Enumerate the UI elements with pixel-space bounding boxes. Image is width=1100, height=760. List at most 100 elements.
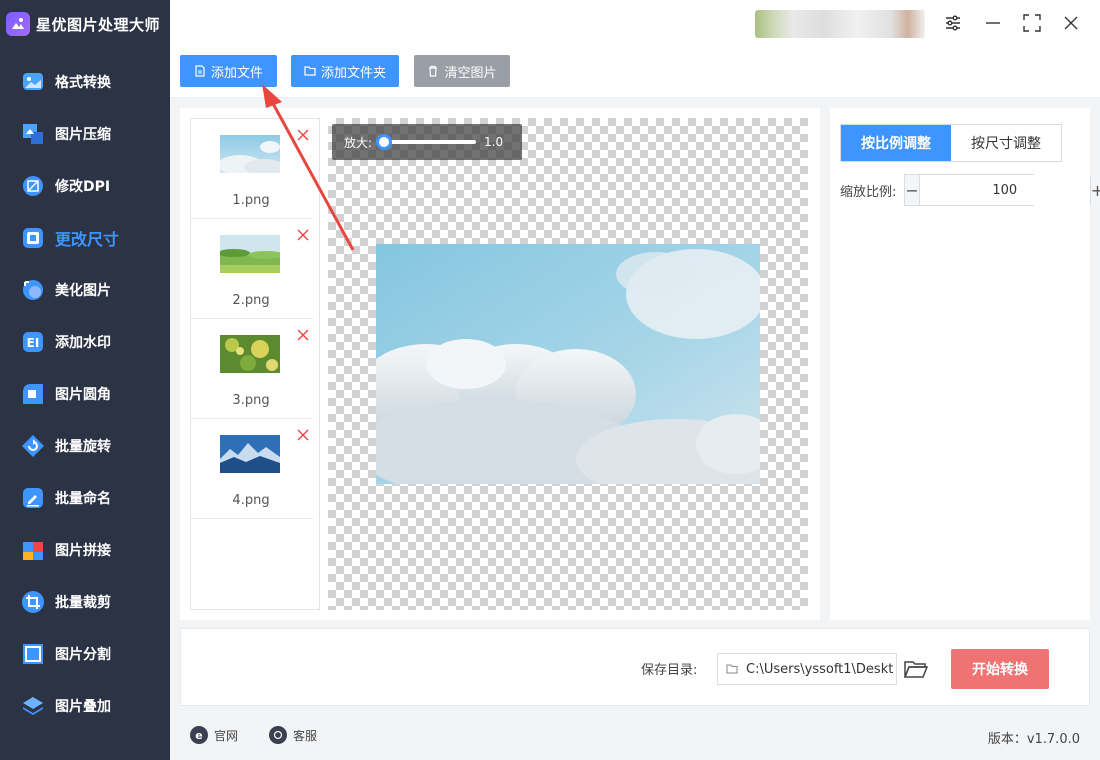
puzzle-icon <box>20 537 46 563</box>
sidebar-item-rounded-corner[interactable]: 图片圆角 <box>0 368 170 420</box>
website-label: 官网 <box>214 728 239 743</box>
sidebar-item-image-overlay[interactable]: 图片叠加 <box>0 680 170 732</box>
sidebar-item-batch-crop[interactable]: 批量裁剪 <box>0 576 170 628</box>
image-convert-icon <box>20 69 46 95</box>
scale-row: 缩放比例: − + <box>840 174 1100 206</box>
resize-icon <box>20 225 46 251</box>
tab-by-size[interactable]: 按尺寸调整 <box>951 125 1061 161</box>
sidebar-item-image-compress[interactable]: 图片压缩 <box>0 108 170 160</box>
footer: e 官网 客服 版本：v1.7.0.0 <box>170 712 1100 760</box>
start-convert-button[interactable]: 开始转换 <box>951 649 1049 689</box>
app-logo-icon <box>6 12 30 36</box>
list-item[interactable]: 4.png <box>191 419 313 519</box>
delete-icon[interactable] <box>295 327 311 343</box>
toolbar: 添加文件 添加文件夹 清空图片 <box>170 46 1100 98</box>
close-icon[interactable] <box>1058 10 1084 36</box>
zoom-slider-knob[interactable] <box>376 134 393 150</box>
sidebar-item-label: 图片圆角 <box>55 387 111 403</box>
sidebar-item-label: 批量裁剪 <box>55 595 111 611</box>
list-item[interactable]: 3.png <box>191 319 313 419</box>
add-folder-button[interactable]: 添加文件夹 <box>291 55 399 87</box>
list-item[interactable]: 1.png <box>191 119 313 219</box>
save-path-field[interactable]: C:\Users\yssoft1\Deskt <box>717 653 897 685</box>
sidebar-item-resize[interactable]: 更改尺寸 <box>0 212 170 264</box>
maximize-icon[interactable] <box>1019 10 1045 36</box>
file-list: 1.png 2.png 3.png 4.png <box>190 118 320 610</box>
scale-input[interactable] <box>918 175 1091 205</box>
sidebar-item-label: 美化图片 <box>55 283 111 299</box>
rename-icon <box>20 485 46 511</box>
beautify-icon <box>20 277 46 303</box>
sidebar-item-batch-rename[interactable]: 批量命名 <box>0 472 170 524</box>
zoom-label: 放大: <box>344 135 373 150</box>
delete-icon[interactable] <box>295 227 311 243</box>
save-dir-label: 保存目录: <box>641 663 698 678</box>
delete-icon[interactable] <box>295 427 311 443</box>
save-bar: 保存目录: C:\Users\yssoft1\Deskt 开始转换 <box>180 628 1090 706</box>
sidebar-item-format-convert[interactable]: 格式转换 <box>0 56 170 108</box>
sidebar-item-batch-rotate[interactable]: 批量旋转 <box>0 420 170 472</box>
tab-by-ratio[interactable]: 按比例调整 <box>841 125 951 161</box>
zoom-control: 放大: 1.0 <box>332 124 522 160</box>
sidebar: 星优图片处理大师 格式转换 图片压缩 修改DPI 更改尺寸 美化图片 EI 添加… <box>0 0 170 760</box>
crop-icon <box>20 589 46 615</box>
trash-icon <box>429 65 438 77</box>
website-link[interactable]: e 官网 <box>190 726 238 744</box>
layers-icon <box>20 693 46 719</box>
add-file-button[interactable]: 添加文件 <box>180 55 277 87</box>
sidebar-item-image-stitch[interactable]: 图片拼接 <box>0 524 170 576</box>
main-panel: 1.png 2.png 3.png 4.png 放大: 1.0 <box>180 108 820 620</box>
svg-text:EI: EI <box>27 336 40 350</box>
clear-images-label: 清空图片 <box>444 65 497 81</box>
folder-icon <box>304 66 316 76</box>
sidebar-item-label: 添加水印 <box>55 335 111 351</box>
watermark-icon: EI <box>20 329 46 355</box>
file-name: 1.png <box>232 193 270 208</box>
sidebar-item-beautify[interactable]: 美化图片 <box>0 264 170 316</box>
support-link[interactable]: 客服 <box>269 726 317 744</box>
sidebar-nav: 格式转换 图片压缩 修改DPI 更改尺寸 美化图片 EI 添加水印 图片圆角 批 <box>0 56 170 732</box>
thumbnail-image <box>220 435 280 473</box>
image-compress-icon <box>20 121 46 147</box>
file-name: 4.png <box>232 493 270 508</box>
dpi-icon <box>20 173 46 199</box>
scale-label: 缩放比例: <box>840 184 897 200</box>
sidebar-item-label: 修改DPI <box>55 179 111 195</box>
sidebar-item-image-split[interactable]: 图片分割 <box>0 628 170 680</box>
add-file-label: 添加文件 <box>210 65 263 81</box>
sidebar-item-modify-dpi[interactable]: 修改DPI <box>0 160 170 212</box>
app-title: 星优图片处理大师 <box>36 15 161 34</box>
thumbnail-image <box>220 135 280 173</box>
resize-mode-tabs: 按比例调整 按尺寸调整 <box>840 124 1062 162</box>
browser-icon: e <box>190 726 208 744</box>
delete-icon[interactable] <box>295 127 311 143</box>
add-folder-label: 添加文件夹 <box>320 65 386 81</box>
user-avatar-blurred[interactable] <box>755 10 925 38</box>
rotate-icon <box>20 433 46 459</box>
sidebar-item-watermark[interactable]: EI 添加水印 <box>0 316 170 368</box>
file-name: 3.png <box>232 393 270 408</box>
file-name: 2.png <box>232 293 270 308</box>
preview-image <box>376 244 760 484</box>
clear-images-button[interactable]: 清空图片 <box>414 55 510 87</box>
settings-sliders-icon[interactable] <box>940 10 966 36</box>
open-folder-icon[interactable] <box>903 657 929 681</box>
sidebar-item-label: 格式转换 <box>55 75 111 91</box>
zoom-value: 1.0 <box>484 135 504 149</box>
image-preview: 放大: 1.0 <box>328 118 808 610</box>
sidebar-item-label: 图片压缩 <box>55 127 111 143</box>
title-bar <box>170 0 1100 46</box>
version-label: 版本：v1.7.0.0 <box>987 732 1080 747</box>
thumbnail-image <box>220 335 280 373</box>
list-item[interactable]: 2.png <box>191 219 313 319</box>
support-label: 客服 <box>293 728 318 743</box>
folder-small-icon <box>726 664 738 674</box>
zoom-slider[interactable] <box>376 134 477 150</box>
decrement-button[interactable]: − <box>905 175 919 205</box>
save-path-value: C:\Users\yssoft1\Deskt <box>746 661 894 677</box>
increment-button[interactable]: + <box>1090 175 1100 205</box>
scale-stepper: − + <box>904 174 1100 206</box>
split-icon <box>20 641 46 667</box>
app-header: 星优图片处理大师 <box>6 8 160 40</box>
minimize-icon[interactable] <box>980 10 1006 36</box>
